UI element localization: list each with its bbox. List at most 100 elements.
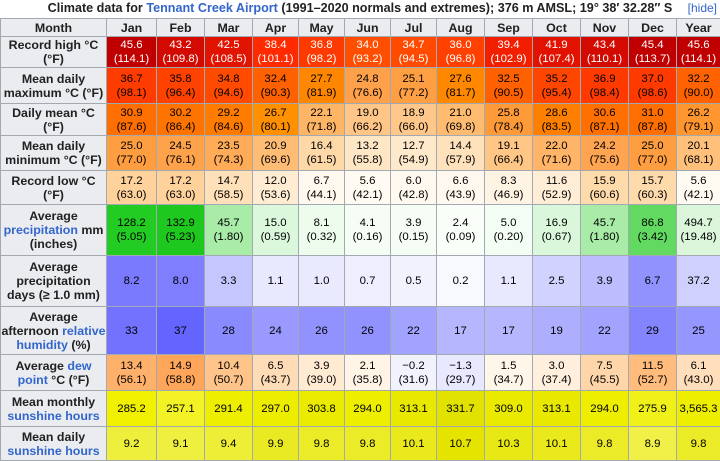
cell-value: 25.0 xyxy=(120,140,142,152)
row-label-link[interactable]: precipitation xyxy=(4,223,78,237)
cell-value-imperial: (80.1) xyxy=(253,120,298,134)
data-cell: 35.2(95.4) xyxy=(533,68,581,104)
cell-value-imperial: (37.4) xyxy=(533,373,580,387)
cell-value: 309.0 xyxy=(494,403,523,415)
cell-value: 17 xyxy=(454,325,467,337)
data-cell: 45.7(1.80) xyxy=(581,205,629,256)
data-cell: 9.1 xyxy=(157,427,205,461)
row-label-text: Mean monthly xyxy=(12,395,95,409)
cell-value: 32.2 xyxy=(687,73,709,85)
cell-value: 1.1 xyxy=(268,275,284,287)
cell-value-imperial: (76.6) xyxy=(345,86,390,100)
data-cell: 10.1 xyxy=(391,427,437,461)
data-cell: 331.7 xyxy=(437,391,485,427)
cell-value-imperial: (81.9) xyxy=(299,86,344,100)
cell-value: 3.0 xyxy=(549,360,565,372)
cell-value: 22.1 xyxy=(310,107,332,119)
row-label: Mean daily maximum °C (°F) xyxy=(1,68,107,104)
data-cell: 291.4 xyxy=(205,391,253,427)
cell-value-imperial: (98.6) xyxy=(629,86,676,100)
cell-value: 10.4 xyxy=(217,360,239,372)
cell-value-imperial: (66.0) xyxy=(391,120,436,134)
cell-value-imperial: (52.7) xyxy=(629,373,676,387)
cell-value-imperial: (0.59) xyxy=(253,230,298,244)
cell-value: 11.5 xyxy=(642,360,663,372)
data-cell: 43.2(109.8) xyxy=(157,37,205,68)
data-cell: 19 xyxy=(533,307,581,355)
row-label-text: Daily mean °C (°F) xyxy=(12,106,95,134)
data-cell: 18.9(66.0) xyxy=(391,104,437,136)
cell-value-imperial: (66.4) xyxy=(485,153,532,167)
row-label-link[interactable]: sunshine hours xyxy=(7,409,99,423)
data-cell: 28 xyxy=(205,307,253,355)
row-label: Mean monthly sunshine hours xyxy=(1,391,107,427)
table-row: Mean daily minimum °C (°F)25.0(77.0)24.5… xyxy=(1,136,720,171)
cell-value: 36.8 xyxy=(310,39,332,51)
row-label: Average precipitation days (≥ 1.0 mm) xyxy=(1,256,107,307)
cell-value: 25.8 xyxy=(497,107,519,119)
cell-value-imperial: (44.1) xyxy=(299,188,344,202)
cell-value: 10.7 xyxy=(449,438,471,450)
row-label-link[interactable]: sunshine hours xyxy=(7,444,99,458)
data-cell: 5.6(42.1) xyxy=(345,171,391,205)
data-cell: 17 xyxy=(437,307,485,355)
table-row: Daily mean °C (°F)30.9(87.6)30.2(86.4)29… xyxy=(1,104,720,136)
cell-value: 14.7 xyxy=(217,175,239,187)
cell-value: 29.2 xyxy=(217,107,239,119)
data-cell: 20.9(69.6) xyxy=(253,136,299,171)
data-cell: 257.1 xyxy=(157,391,205,427)
data-cell: 6.0(42.8) xyxy=(391,171,437,205)
cell-value: 20.1 xyxy=(687,140,709,152)
cell-value: 275.9 xyxy=(638,403,667,415)
row-label-text: Average xyxy=(29,209,77,223)
cell-value: 27.7 xyxy=(310,73,332,85)
cell-value-imperial: (71.6) xyxy=(533,153,580,167)
month-header: Month xyxy=(1,19,107,37)
data-cell: 6.6(43.9) xyxy=(437,171,485,205)
cell-value-imperial: (0.32) xyxy=(299,230,344,244)
cell-value: 6.0 xyxy=(406,175,422,187)
hide-link[interactable]: [hide] xyxy=(688,1,717,15)
cell-value-imperial: (53.6) xyxy=(253,188,298,202)
data-cell: 0.2 xyxy=(437,256,485,307)
cell-value-imperial: (61.5) xyxy=(299,153,344,167)
cell-value-imperial: (60.3) xyxy=(629,188,676,202)
data-cell: 11.6(52.9) xyxy=(533,171,581,205)
cell-value: 22 xyxy=(407,325,420,337)
data-cell: 14.9(58.8) xyxy=(157,355,205,391)
cell-value-imperial: (31.6) xyxy=(391,373,436,387)
cell-value: 1.1 xyxy=(501,275,517,287)
cell-value: 294.0 xyxy=(353,403,382,415)
year-cell: 25 xyxy=(677,307,720,355)
data-cell: 3.9(0.15) xyxy=(391,205,437,256)
data-cell: 45.6(114.1) xyxy=(107,37,157,68)
cell-value-imperial: (108.5) xyxy=(205,52,252,66)
caption-link-airport[interactable]: Tennant Creek Airport xyxy=(146,1,278,15)
hide-toggle[interactable]: [hide] xyxy=(688,0,717,17)
cell-value: 13.2 xyxy=(356,140,378,152)
data-cell: 34.7(94.5) xyxy=(391,37,437,68)
cell-value: 33 xyxy=(125,325,138,337)
cell-value-imperial: (50.7) xyxy=(205,373,252,387)
cell-value: 5.6 xyxy=(691,175,707,187)
data-cell: 297.0 xyxy=(253,391,299,427)
cell-value: 6.5 xyxy=(268,360,284,372)
climate-box: Climate data for Tennant Creek Airport (… xyxy=(0,0,720,457)
cell-value: 12.7 xyxy=(402,140,424,152)
cell-value: 17.2 xyxy=(169,175,191,187)
header-row: Month JanFebMarAprMayJunJulAugSepOctNovD… xyxy=(1,19,720,37)
cell-value-imperial: (56.1) xyxy=(107,373,156,387)
data-cell: 35.8(96.4) xyxy=(157,68,205,104)
data-cell: 36.7(98.1) xyxy=(107,68,157,104)
cell-value: 1.0 xyxy=(314,275,330,287)
cell-value: 19.1 xyxy=(497,140,519,152)
cell-value: 257.1 xyxy=(166,403,195,415)
year-header: Year xyxy=(677,19,720,37)
month-header-dec: Dec xyxy=(629,19,677,37)
data-cell: 25.1(77.2) xyxy=(391,68,437,104)
data-cell: 1.1 xyxy=(485,256,533,307)
data-cell: 6.5(43.7) xyxy=(253,355,299,391)
cell-value: 2.4 xyxy=(453,217,469,229)
cell-value-imperial: (102.9) xyxy=(485,52,532,66)
cell-value: 6.6 xyxy=(453,175,469,187)
